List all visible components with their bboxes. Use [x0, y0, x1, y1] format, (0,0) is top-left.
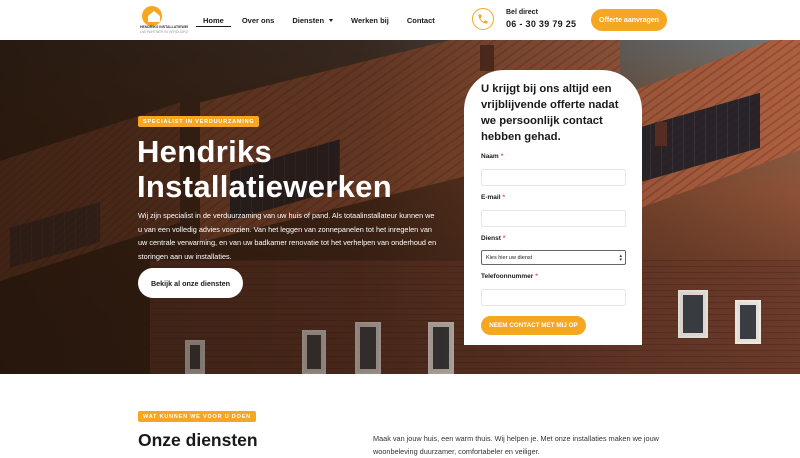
nav-item-contact[interactable]: Contact: [398, 0, 444, 40]
phone-label: Bel direct: [506, 9, 538, 16]
phone-field[interactable]: [481, 289, 626, 306]
hero-title: Hendriks Installatiewerken: [137, 134, 392, 204]
name-field[interactable]: [481, 169, 626, 186]
logo-tagline: UW PARTNER IN VERDUURZAMING: [140, 30, 188, 34]
hero-dark-overlay: [0, 40, 800, 374]
nav-item-over-ons[interactable]: Over ons: [233, 0, 284, 40]
field-label-text: Naam: [481, 153, 499, 160]
service-field-label: Dienst *: [481, 235, 505, 242]
main-nav: Home Over ons Diensten Werken bij Contac…: [194, 0, 444, 40]
services-intro-text: Maak van jouw huis, een warm thuis. Wij …: [373, 434, 659, 456]
nav-item-diensten[interactable]: Diensten: [283, 0, 342, 40]
services-badge: WAT KUNNEN WE VOOR U DOEN: [138, 411, 256, 422]
phone-number-link[interactable]: 06 - 30 39 79 25: [506, 19, 576, 29]
phone-icon[interactable]: [472, 8, 494, 30]
chevron-down-icon: [329, 18, 334, 22]
view-services-button[interactable]: Bekijk al onze diensten: [138, 268, 243, 298]
nav-item-label: Diensten: [292, 15, 325, 25]
required-asterisk: *: [500, 153, 504, 160]
hero-badge: SPECIALIST IN VERDUURZAMING: [138, 116, 260, 127]
name-field-label: Naam *: [481, 153, 503, 160]
required-asterisk: *: [535, 273, 538, 280]
submit-contact-button[interactable]: NEEM CONTACT MET MIJ OP: [481, 316, 586, 335]
phone-field-label: Telefoonnummer *: [481, 273, 538, 280]
nav-item-label: Werken bij: [351, 15, 389, 25]
required-asterisk: *: [502, 235, 506, 242]
logo[interactable]: HENDRIKS INSTALLATIEWERKEN BV UW PARTNER…: [140, 5, 188, 35]
service-select-value: Kies hier uw dienst: [486, 254, 533, 261]
select-arrows-icon: ▴ ▾: [619, 253, 622, 263]
services-title: Onze diensten: [138, 430, 258, 450]
nav-item-label: Contact: [406, 15, 435, 25]
required-asterisk: *: [502, 194, 506, 201]
quote-form-card: U krijgt bij ons altijd een vrijblijvend…: [464, 70, 642, 345]
field-label-text: E-mail: [481, 194, 501, 201]
service-select[interactable]: Kies hier uw dienst ▴ ▾: [481, 250, 626, 265]
request-quote-button[interactable]: Offerte aanvragen: [591, 9, 667, 31]
nav-item-home[interactable]: Home: [194, 0, 233, 40]
email-field-label: E-mail *: [481, 194, 505, 201]
hero-description: Wij zijn specialist in de verduurzaming …: [138, 211, 437, 261]
hero-section: [0, 40, 800, 374]
nav-item-werken-bij[interactable]: Werken bij: [342, 0, 398, 40]
logo-wordmark: HENDRIKS INSTALLATIEWERKEN BV: [140, 25, 188, 29]
form-title: U krijgt bij ons altijd een vrijblijvend…: [481, 83, 619, 143]
site-header: HENDRIKS INSTALLATIEWERKEN BV UW PARTNER…: [0, 0, 800, 40]
nav-item-label: Over ons: [241, 15, 275, 25]
field-label-text: Telefoonnummer: [481, 273, 534, 280]
field-label-text: Dienst: [481, 235, 501, 242]
nav-item-label: Home: [203, 15, 224, 25]
email-field[interactable]: [481, 210, 626, 227]
